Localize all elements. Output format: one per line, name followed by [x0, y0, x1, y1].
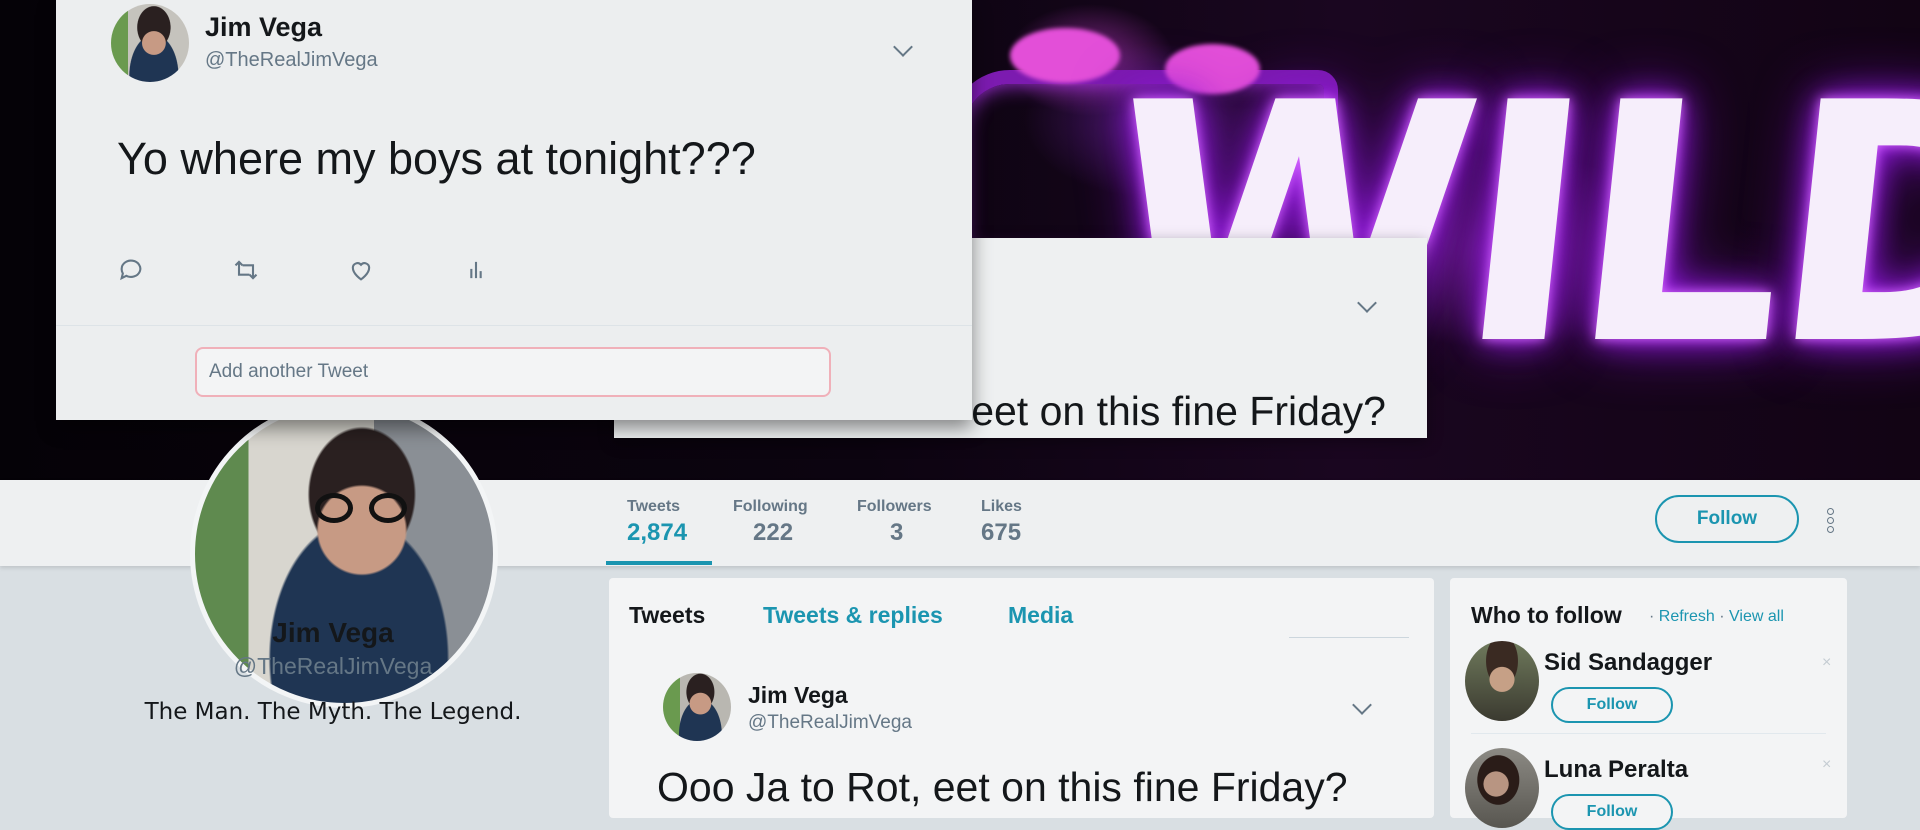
- avatar[interactable]: [111, 4, 189, 82]
- reply-input[interactable]: [195, 347, 831, 397]
- profile-bio: The Man. The Myth. The Legend.: [144, 699, 522, 725]
- profile-name: Jim Vega: [272, 617, 394, 648]
- more-options-icon[interactable]: [1826, 508, 1834, 534]
- tweet-text: Ooo Ja to Rot, eet on this fine Friday?: [657, 764, 1348, 810]
- stat-likes[interactable]: Likes 675: [981, 498, 1022, 547]
- chevron-down-icon[interactable]: [893, 37, 913, 57]
- analytics-icon[interactable]: [462, 256, 490, 284]
- like-icon[interactable]: [347, 256, 375, 284]
- tweet-text: Yo where my boys at tonight???: [117, 133, 756, 184]
- tweet-author-name[interactable]: Jim Vega: [205, 12, 322, 43]
- tweet-detail-card: Jim Vega @TheRealJimVega Yo where my boy…: [56, 0, 972, 420]
- tweet-author-name[interactable]: Jim Vega: [748, 682, 848, 709]
- stat-label: Following: [733, 498, 808, 515]
- dismiss-icon[interactable]: ×: [1822, 756, 1831, 774]
- divider: [1471, 733, 1826, 734]
- separator: ·: [1649, 608, 1655, 625]
- stat-label: Followers: [857, 498, 932, 515]
- who-to-follow-panel: Who to follow · Refresh · View all Sid S…: [1450, 578, 1847, 830]
- suggested-user-name[interactable]: Sid Sandagger: [1544, 649, 1712, 677]
- follow-button[interactable]: Follow: [1655, 495, 1799, 543]
- who-to-follow-links: · Refresh · View all: [1649, 608, 1784, 626]
- refresh-link[interactable]: Refresh: [1659, 608, 1715, 625]
- follow-button[interactable]: Follow: [1551, 794, 1673, 830]
- separator: ·: [1719, 608, 1725, 625]
- active-tab-indicator: [606, 561, 712, 565]
- stat-value: 3: [890, 519, 904, 546]
- stat-value: 2,874: [627, 519, 688, 546]
- stat-following[interactable]: Following 222: [733, 498, 808, 547]
- stat-value: 675: [981, 519, 1022, 546]
- banner-light: [1010, 28, 1120, 83]
- suggested-user-name[interactable]: Luna Peralta: [1544, 756, 1688, 784]
- stat-label: Tweets: [627, 498, 681, 515]
- view-all-link[interactable]: View all: [1729, 608, 1784, 625]
- avatar[interactable]: [1465, 641, 1539, 721]
- tweet-author-handle: @TheRealJimVega: [748, 712, 912, 733]
- timeline-tabs: Tweets Tweets & replies Media: [609, 578, 1434, 640]
- tab-tweets[interactable]: Tweets: [629, 602, 705, 629]
- retweet-icon[interactable]: [232, 256, 260, 284]
- avatar[interactable]: [1465, 748, 1539, 828]
- tab-tweets-replies[interactable]: Tweets & replies: [763, 602, 943, 629]
- profile-handle: @TheRealJimVega: [233, 653, 433, 679]
- glasses-shape: [315, 493, 407, 523]
- chevron-down-icon[interactable]: [1352, 695, 1372, 715]
- stat-value: 222: [753, 519, 794, 546]
- follow-button[interactable]: Follow: [1551, 687, 1673, 723]
- stat-label: Likes: [981, 498, 1022, 515]
- who-to-follow-title: Who to follow: [1471, 602, 1622, 628]
- divider: [56, 325, 972, 326]
- tab-media[interactable]: Media: [1008, 602, 1073, 629]
- stat-tweets[interactable]: Tweets 2,874: [627, 498, 687, 547]
- timeline-card: Tweets Tweets & replies Media Jim Vega @…: [609, 578, 1434, 818]
- tweet-author-handle: @TheRealJimVega: [205, 49, 378, 71]
- divider: [1289, 637, 1409, 638]
- chevron-down-icon[interactable]: [1357, 293, 1377, 313]
- dismiss-icon[interactable]: ×: [1822, 654, 1831, 672]
- avatar[interactable]: [663, 673, 731, 741]
- stat-followers[interactable]: Followers 3: [857, 498, 932, 547]
- reply-icon[interactable]: [117, 256, 145, 284]
